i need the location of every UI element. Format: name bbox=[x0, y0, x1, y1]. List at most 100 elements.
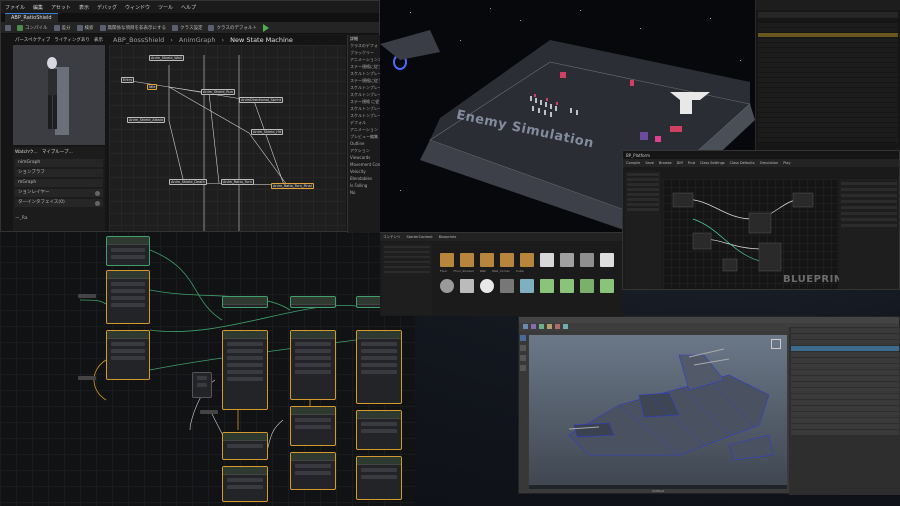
breadcrumb-item[interactable]: ABP_BossShield bbox=[113, 36, 164, 44]
outliner-row[interactable] bbox=[758, 82, 898, 87]
state-node[interactable]: AnimDirectional_Sprint bbox=[239, 97, 284, 103]
animation-blueprint-window[interactable]: ファイル 編集 アセット 表示 デバッグ ウィンドウ ツール ヘルプ ABP_R… bbox=[0, 0, 381, 233]
asset-thumbnail[interactable] bbox=[520, 279, 534, 293]
material-node[interactable] bbox=[222, 330, 268, 410]
material-node[interactable] bbox=[290, 452, 336, 490]
shelf-icon[interactable] bbox=[531, 324, 536, 329]
outliner-row[interactable] bbox=[758, 72, 898, 77]
class-settings-button[interactable]: クラス設定 bbox=[172, 24, 202, 31]
outliner-row[interactable] bbox=[758, 47, 898, 52]
material-node[interactable] bbox=[106, 330, 150, 380]
asset-thumbnail[interactable] bbox=[440, 253, 454, 267]
view-cube-icon[interactable] bbox=[771, 339, 781, 349]
material-node[interactable] bbox=[222, 296, 268, 308]
reroute-node[interactable] bbox=[78, 294, 96, 298]
bp-play-button[interactable]: Play bbox=[783, 161, 790, 165]
menu-item-debug[interactable]: デバッグ bbox=[97, 4, 117, 11]
event-graph[interactable] bbox=[663, 179, 837, 289]
state-node[interactable]: Anim_Shield_Hit bbox=[251, 129, 284, 135]
list-item[interactable]: nimGraph bbox=[15, 159, 103, 167]
state-node[interactable]: Anim_Shield_Death bbox=[169, 179, 207, 185]
material-node[interactable] bbox=[106, 270, 150, 324]
material-node[interactable] bbox=[192, 372, 212, 398]
state-node[interactable]: Anim_Ratio_Turn_Final bbox=[271, 183, 314, 189]
breadcrumb-item[interactable]: New State Machine bbox=[230, 36, 293, 44]
asset-thumbnail[interactable] bbox=[440, 279, 454, 293]
state-node[interactable]: Idle bbox=[147, 84, 158, 90]
add-icon[interactable] bbox=[95, 190, 100, 196]
outliner-row[interactable] bbox=[758, 32, 898, 37]
outliner-row[interactable] bbox=[791, 364, 899, 369]
outliner-row[interactable] bbox=[758, 137, 898, 142]
details-row[interactable]: プレビュー編集 bbox=[348, 133, 381, 140]
outliner-row[interactable] bbox=[758, 132, 898, 137]
details-row[interactable]: ブラックリー bbox=[348, 49, 381, 56]
watch-tab[interactable]: Watchウ... bbox=[15, 149, 38, 155]
outliner-row[interactable] bbox=[758, 42, 898, 47]
state-node[interactable]: Anim_Ratio_Turn bbox=[221, 179, 254, 185]
outliner-row[interactable] bbox=[791, 352, 899, 357]
content-browser[interactable]: コンテンツ StarterContent Blueprints Floor Fl… bbox=[380, 232, 622, 316]
asset-thumbnail[interactable] bbox=[480, 253, 494, 267]
material-node[interactable] bbox=[290, 296, 336, 308]
shelf-icon[interactable] bbox=[523, 324, 528, 329]
outliner-row[interactable] bbox=[758, 107, 898, 112]
material-node[interactable] bbox=[106, 236, 150, 266]
outliner-row[interactable] bbox=[758, 92, 898, 97]
compile-button[interactable]: コンパイル bbox=[17, 24, 48, 31]
outliner-row[interactable] bbox=[791, 394, 899, 399]
outliner-row[interactable] bbox=[758, 127, 898, 132]
outliner-row[interactable] bbox=[791, 418, 899, 423]
shelf-icon[interactable] bbox=[547, 324, 552, 329]
outliner-row[interactable] bbox=[791, 358, 899, 363]
material-node[interactable] bbox=[290, 406, 336, 446]
asset-thumbnail[interactable] bbox=[460, 253, 474, 267]
bp-class-settings-button[interactable]: Class Settings bbox=[700, 161, 725, 165]
outliner-row[interactable] bbox=[791, 370, 899, 375]
outliner-row[interactable] bbox=[758, 27, 898, 32]
asset-thumbnail[interactable] bbox=[500, 279, 514, 293]
perspective-tab[interactable]: パースペクティブ bbox=[15, 37, 50, 43]
menu-item-help[interactable]: ヘルプ bbox=[181, 4, 196, 11]
details-row[interactable]: スケルトンプレーブ bbox=[348, 84, 381, 91]
outliner-row[interactable] bbox=[758, 62, 898, 67]
outliner-row[interactable] bbox=[758, 112, 898, 117]
outliner-row[interactable] bbox=[758, 52, 898, 57]
move-tool-icon[interactable] bbox=[520, 345, 526, 351]
asset-thumbnail[interactable] bbox=[540, 279, 554, 293]
find-button[interactable]: 検索 bbox=[76, 24, 94, 31]
outliner-row[interactable] bbox=[791, 388, 899, 393]
details-row[interactable]: クラスのデフォ bbox=[348, 42, 381, 49]
outliner-row[interactable] bbox=[791, 430, 899, 435]
outliner-row[interactable] bbox=[791, 340, 899, 345]
starter-content-tab[interactable]: StarterContent bbox=[407, 235, 433, 239]
select-tool-icon[interactable] bbox=[520, 335, 526, 341]
list-item[interactable]: タ―インタフェイス(0) bbox=[15, 199, 103, 207]
details-row[interactable]: スケルトンブレーブ bbox=[348, 91, 381, 98]
outliner-row[interactable] bbox=[791, 382, 899, 387]
bp-compile-button[interactable]: Compile bbox=[626, 161, 640, 165]
menu-item-file[interactable]: ファイル bbox=[5, 4, 25, 11]
state-node[interactable]: Anim_Shield_Attack bbox=[127, 117, 166, 123]
details-row[interactable]: スケルトンブレーブ bbox=[348, 105, 381, 112]
scale-tool-icon[interactable] bbox=[520, 365, 526, 371]
asset-thumbnail[interactable] bbox=[560, 253, 574, 267]
outliner-row[interactable] bbox=[758, 87, 898, 92]
state-machine-graph[interactable]: Entry Idle Anim_Shield_Run AnimDirection… bbox=[109, 45, 346, 231]
class-defaults-button[interactable]: クラスのデフォルト bbox=[208, 24, 257, 31]
hide-unrelated-button[interactable]: 無関係な項目を非表示にする bbox=[99, 24, 166, 31]
tab-anim-blueprint[interactable]: ABP_RatioShield bbox=[5, 13, 58, 22]
state-node[interactable]: Anim_Shield_Wall bbox=[149, 55, 184, 61]
outliner-row[interactable] bbox=[758, 77, 898, 82]
asset-thumbnail[interactable] bbox=[560, 279, 574, 293]
details-tab[interactable]: 詳細 bbox=[348, 35, 381, 42]
maya-viewport[interactable] bbox=[529, 335, 787, 489]
outliner-row[interactable] bbox=[758, 102, 898, 107]
details-row[interactable]: Movement Config bbox=[348, 161, 381, 168]
details-row[interactable]: Blendables bbox=[348, 175, 381, 182]
material-node[interactable] bbox=[290, 330, 336, 400]
list-item[interactable]: ションブラフ bbox=[15, 169, 103, 177]
outliner-row[interactable] bbox=[758, 117, 898, 122]
details-row[interactable]: スケルトンブレーブ bbox=[348, 112, 381, 119]
asset-thumbnail[interactable] bbox=[540, 253, 554, 267]
